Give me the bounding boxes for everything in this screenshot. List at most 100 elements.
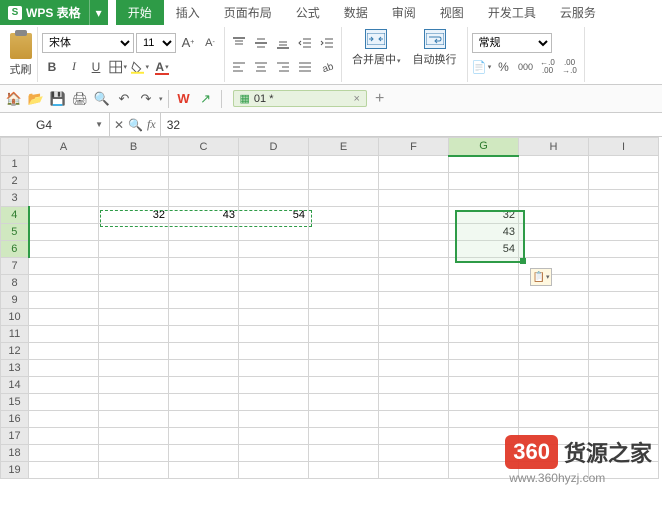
cell-F8[interactable]	[379, 275, 449, 292]
name-box[interactable]: G4 ▼	[30, 113, 110, 136]
cell-A18[interactable]	[29, 445, 99, 462]
redo-button[interactable]: ↷	[136, 89, 156, 109]
cell-B15[interactable]	[99, 394, 169, 411]
cell-A16[interactable]	[29, 411, 99, 428]
column-header-C[interactable]: C	[169, 138, 239, 156]
cell-E15[interactable]	[309, 394, 379, 411]
row-header-1[interactable]: 1	[1, 156, 29, 173]
cell-F15[interactable]	[379, 394, 449, 411]
cell-I5[interactable]	[589, 224, 659, 241]
cell-E12[interactable]	[309, 343, 379, 360]
cell-F11[interactable]	[379, 326, 449, 343]
cell-D13[interactable]	[239, 360, 309, 377]
cell-B14[interactable]	[99, 377, 169, 394]
cell-I8[interactable]	[589, 275, 659, 292]
cell-C4[interactable]: 43	[169, 207, 239, 224]
underline-button[interactable]: U	[86, 57, 106, 77]
merge-center-button[interactable]: 合并居中▾	[346, 27, 407, 82]
cell-B4[interactable]: 32	[99, 207, 169, 224]
fx-button[interactable]: fx	[147, 117, 156, 132]
increase-decimal-button[interactable]: ←.0.00	[538, 57, 558, 77]
font-family-select[interactable]: 宋体	[42, 33, 134, 53]
cell-G6[interactable]: 54	[449, 241, 519, 258]
cell-A9[interactable]	[29, 292, 99, 309]
cell-H5[interactable]	[519, 224, 589, 241]
cell-C16[interactable]	[169, 411, 239, 428]
cell-F1[interactable]	[379, 156, 449, 173]
column-header-I[interactable]: I	[589, 138, 659, 156]
column-header-B[interactable]: B	[99, 138, 169, 156]
print-button[interactable]: 🖨	[70, 89, 90, 109]
cell-I12[interactable]	[589, 343, 659, 360]
cell-E13[interactable]	[309, 360, 379, 377]
cell-D19[interactable]	[239, 462, 309, 479]
row-header-8[interactable]: 8	[1, 275, 29, 292]
tab-页面布局[interactable]: 页面布局	[212, 0, 284, 25]
cell-A2[interactable]	[29, 173, 99, 190]
cell-H7[interactable]	[519, 258, 589, 275]
save-button[interactable]: 💾	[48, 89, 68, 109]
cell-G3[interactable]	[449, 190, 519, 207]
cell-I18[interactable]	[589, 445, 659, 462]
new-tab-button[interactable]: +	[375, 90, 384, 108]
cell-D9[interactable]	[239, 292, 309, 309]
cell-F12[interactable]	[379, 343, 449, 360]
justify-button[interactable]	[295, 57, 315, 77]
orientation-button[interactable]: ab	[317, 57, 337, 77]
cell-I17[interactable]	[589, 428, 659, 445]
cell-A8[interactable]	[29, 275, 99, 292]
cell-G2[interactable]	[449, 173, 519, 190]
undo-button[interactable]: ↶	[114, 89, 134, 109]
cell-F4[interactable]	[379, 207, 449, 224]
cell-B10[interactable]	[99, 309, 169, 326]
cell-I4[interactable]	[589, 207, 659, 224]
cell-A10[interactable]	[29, 309, 99, 326]
row-header-2[interactable]: 2	[1, 173, 29, 190]
cell-E9[interactable]	[309, 292, 379, 309]
tab-视图[interactable]: 视图	[428, 0, 476, 25]
cell-B13[interactable]	[99, 360, 169, 377]
column-header-F[interactable]: F	[379, 138, 449, 156]
row-header-13[interactable]: 13	[1, 360, 29, 377]
cell-C13[interactable]	[169, 360, 239, 377]
cell-E19[interactable]	[309, 462, 379, 479]
cell-G4[interactable]: 32	[449, 207, 519, 224]
percent-button[interactable]: %	[494, 57, 514, 77]
decrease-decimal-button[interactable]: .00→.0	[560, 57, 580, 77]
cell-F19[interactable]	[379, 462, 449, 479]
cell-D1[interactable]	[239, 156, 309, 173]
row-header-14[interactable]: 14	[1, 377, 29, 394]
cell-H17[interactable]	[519, 428, 589, 445]
decrease-indent-button[interactable]	[295, 33, 315, 53]
cell-C15[interactable]	[169, 394, 239, 411]
row-header-16[interactable]: 16	[1, 411, 29, 428]
fill-color-button[interactable]: ▾	[130, 57, 150, 77]
paste-icon[interactable]	[10, 33, 32, 59]
cell-H18[interactable]	[519, 445, 589, 462]
cell-A15[interactable]	[29, 394, 99, 411]
cell-F2[interactable]	[379, 173, 449, 190]
cell-E8[interactable]	[309, 275, 379, 292]
row-header-18[interactable]: 18	[1, 445, 29, 462]
cell-F16[interactable]	[379, 411, 449, 428]
cell-G1[interactable]	[449, 156, 519, 173]
tab-审阅[interactable]: 审阅	[380, 0, 428, 25]
cell-C14[interactable]	[169, 377, 239, 394]
cell-F17[interactable]	[379, 428, 449, 445]
cell-H2[interactable]	[519, 173, 589, 190]
cancel-formula-button[interactable]: ✕	[114, 118, 124, 132]
cell-F7[interactable]	[379, 258, 449, 275]
italic-button[interactable]: I	[64, 57, 84, 77]
cell-B12[interactable]	[99, 343, 169, 360]
cell-E1[interactable]	[309, 156, 379, 173]
cell-D14[interactable]	[239, 377, 309, 394]
cell-I14[interactable]	[589, 377, 659, 394]
tab-开始[interactable]: 开始	[116, 0, 164, 25]
cell-E18[interactable]	[309, 445, 379, 462]
cell-B3[interactable]	[99, 190, 169, 207]
cell-A17[interactable]	[29, 428, 99, 445]
cell-C3[interactable]	[169, 190, 239, 207]
cell-D17[interactable]	[239, 428, 309, 445]
cell-H16[interactable]	[519, 411, 589, 428]
cell-I15[interactable]	[589, 394, 659, 411]
